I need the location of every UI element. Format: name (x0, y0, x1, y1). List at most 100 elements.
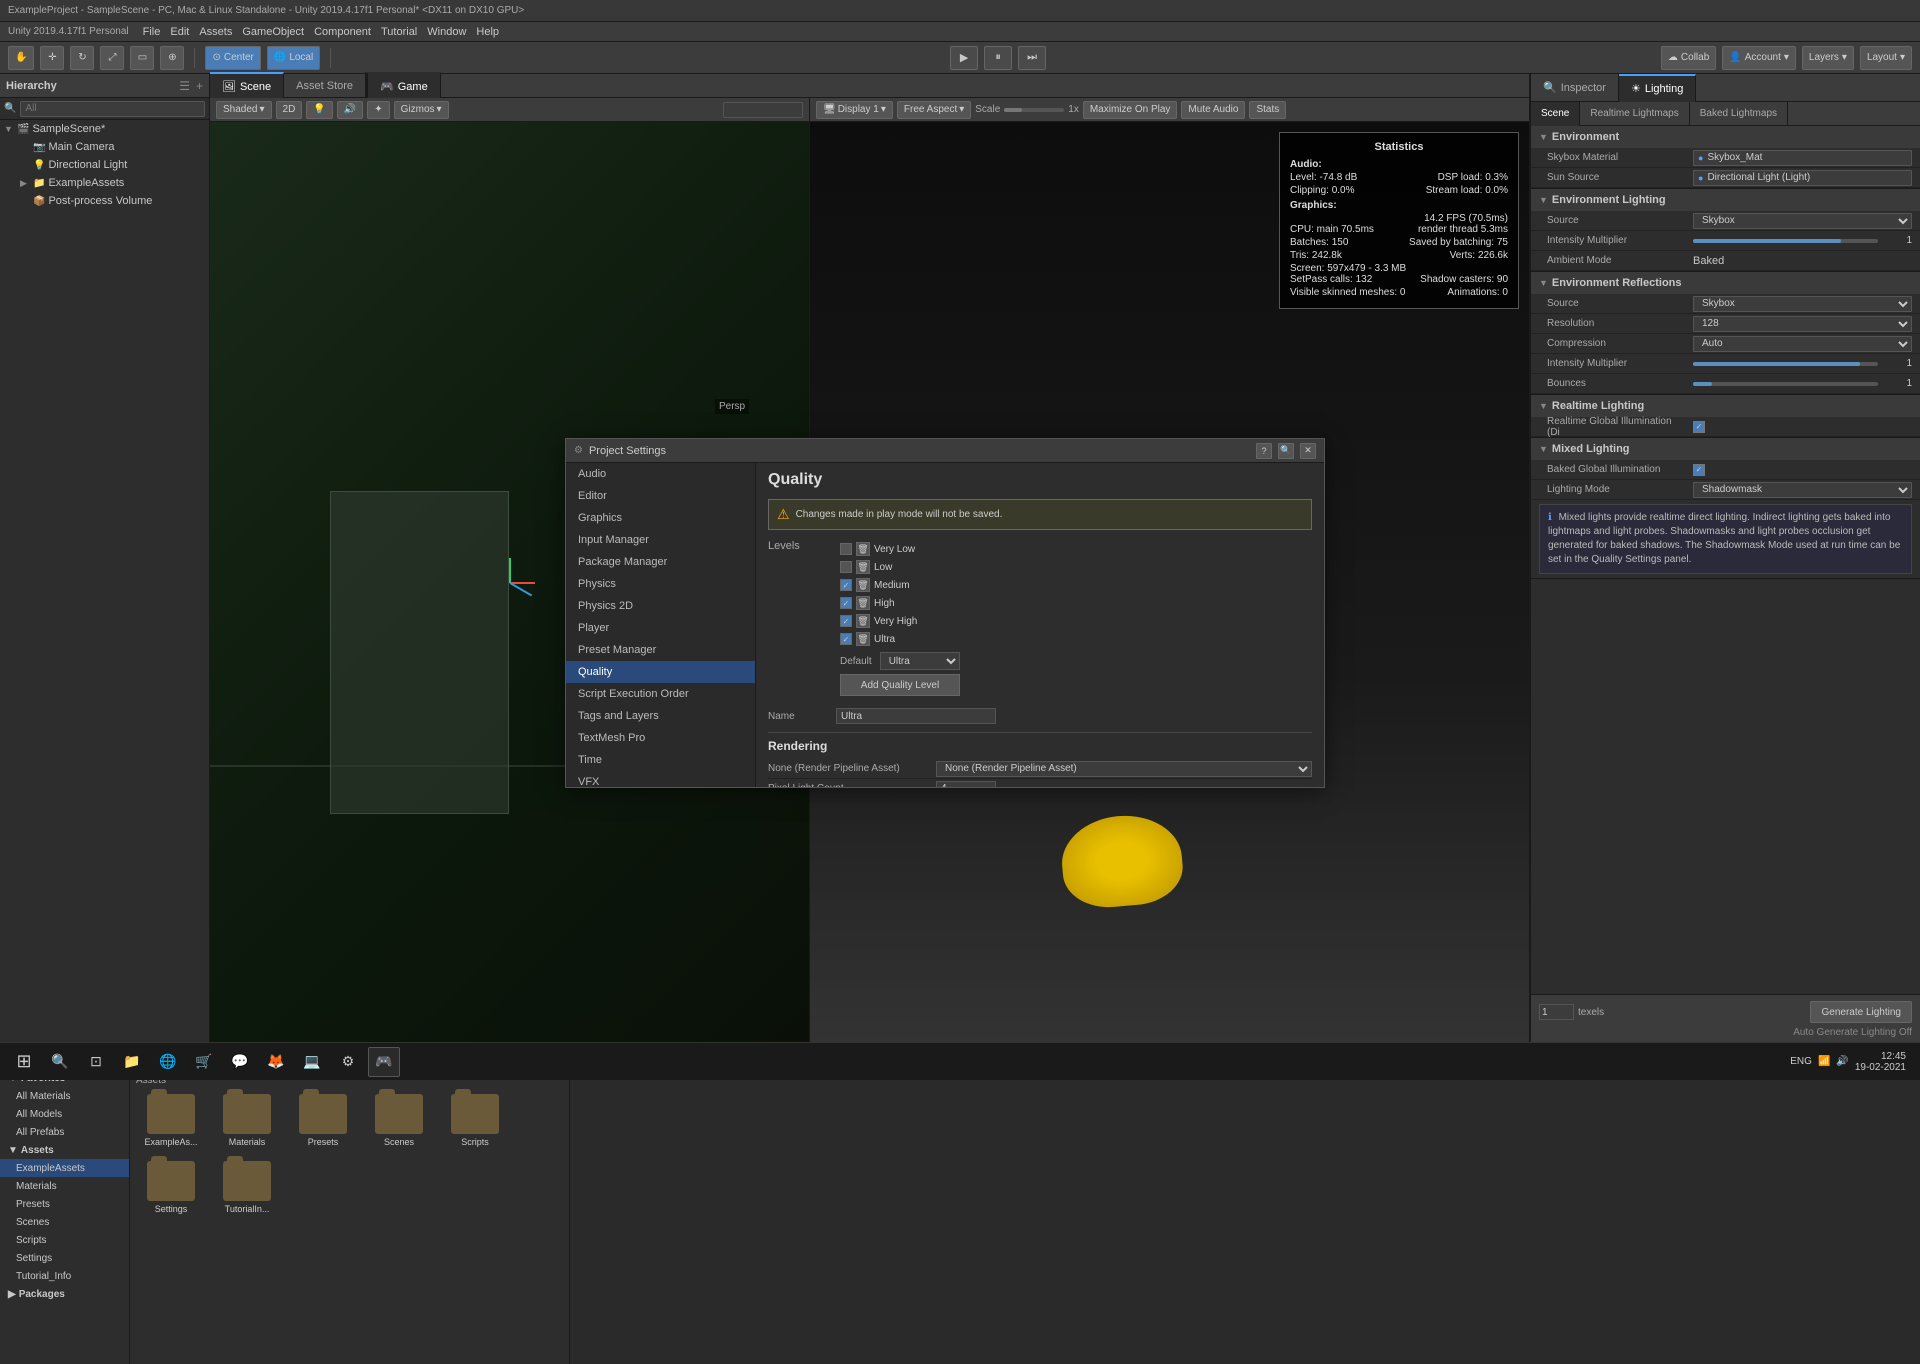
fav-all-materials[interactable]: All Materials (0, 1087, 129, 1105)
generate-lighting-btn[interactable]: Generate Lighting (1810, 1001, 1912, 1023)
realtime-lighting-header[interactable]: ▼ Realtime Lighting (1531, 395, 1920, 417)
taskbar-task-view[interactable]: ⊡ (80, 1047, 112, 1077)
settings-help-btn[interactable]: ? (1256, 443, 1272, 459)
settings-audio[interactable]: Audio (566, 463, 755, 485)
refl-intensity-slider[interactable] (1693, 362, 1878, 366)
menu-tutorial[interactable]: Tutorial (377, 26, 421, 38)
settings-physics[interactable]: Physics (566, 573, 755, 595)
tool-transform[interactable]: ⊕ (160, 46, 184, 70)
lighting-mode-select[interactable]: Shadowmask (1693, 482, 1912, 498)
pixel-light-input[interactable] (936, 781, 996, 788)
level-medium-delete[interactable]: 🗑 (856, 578, 870, 592)
tool-move[interactable]: ✛ (40, 46, 64, 70)
settings-physics-2d[interactable]: Physics 2D (566, 595, 755, 617)
settings-quality[interactable]: Quality (566, 661, 755, 683)
settings-tags-layers[interactable]: Tags and Layers (566, 705, 755, 727)
maximize-btn[interactable]: Maximize On Play (1083, 101, 1178, 119)
lighting-subtab-scene[interactable]: Scene (1531, 102, 1580, 126)
step-btn[interactable]: ⏭ (1018, 46, 1046, 70)
hierarchy-search-input[interactable] (20, 101, 205, 117)
example-assets-item[interactable]: ExampleAssets (0, 1159, 129, 1177)
collab-btn[interactable]: ☁ Collab (1661, 46, 1716, 70)
scenes-item[interactable]: Scenes (0, 1213, 129, 1231)
settings-editor[interactable]: Editor (566, 485, 755, 507)
settings-textmesh[interactable]: TextMesh Pro (566, 727, 755, 749)
assets-tree-header[interactable]: ▼ Assets (0, 1141, 129, 1159)
default-select[interactable]: Ultra (880, 652, 960, 670)
presets-item[interactable]: Presets (0, 1195, 129, 1213)
tree-main-camera[interactable]: 📷 Main Camera (0, 138, 209, 156)
level-ultra-delete[interactable]: 🗑 (856, 632, 870, 646)
texels-input[interactable] (1539, 1004, 1574, 1020)
mixed-lighting-header[interactable]: ▼ Mixed Lighting (1531, 438, 1920, 460)
add-quality-level-btn[interactable]: Add Quality Level (840, 674, 960, 696)
refl-source-select[interactable]: Skybox (1693, 296, 1912, 312)
lighting-btn[interactable]: 💡 (306, 101, 332, 119)
folder-tutorial[interactable]: TutorialIn... (212, 1157, 282, 1218)
source-select[interactable]: Skybox (1693, 213, 1912, 229)
name-input[interactable] (836, 708, 996, 724)
taskbar-start-btn[interactable]: ⊞ (8, 1047, 40, 1077)
taskbar-settings-app[interactable]: ⚙ (332, 1047, 364, 1077)
settings-script-exec[interactable]: Script Execution Order (566, 683, 755, 705)
hierarchy-menu-icon[interactable]: ☰ (179, 79, 190, 93)
hierarchy-add-icon[interactable]: + (196, 79, 203, 93)
materials-item[interactable]: Materials (0, 1177, 129, 1195)
realtime-gi-checkbox[interactable]: ✓ (1693, 421, 1705, 433)
folder-settings[interactable]: Settings (136, 1157, 206, 1218)
lighting-subtab-realtime[interactable]: Realtime Lightmaps (1580, 102, 1689, 126)
play-btn[interactable]: ▶ (950, 46, 978, 70)
mode-2d-btn[interactable]: 2D (276, 101, 303, 119)
baked-gi-checkbox[interactable]: ✓ (1693, 464, 1705, 476)
display-btn[interactable]: 🖥 Display 1 ▾ (816, 101, 893, 119)
settings-vfx[interactable]: VFX (566, 771, 755, 787)
resolution-select[interactable]: 128 (1693, 316, 1912, 332)
sun-field[interactable]: ● Directional Light (Light) (1693, 170, 1912, 186)
menu-gameobject[interactable]: GameObject (238, 26, 308, 38)
settings-graphics[interactable]: Graphics (566, 507, 755, 529)
taskbar-mail[interactable]: 💬 (224, 1047, 256, 1077)
environment-header[interactable]: ▼ Environment (1531, 126, 1920, 148)
fav-all-prefabs[interactable]: All Prefabs (0, 1123, 129, 1141)
folder-example-assets[interactable]: ExampleAs... (136, 1090, 206, 1151)
taskbar-firefox[interactable]: 🦊 (260, 1047, 292, 1077)
tree-post-process[interactable]: 📦 Post-process Volume (0, 192, 209, 210)
folder-scripts[interactable]: Scripts (440, 1090, 510, 1151)
gizmos-btn[interactable]: Gizmos ▾ (394, 101, 449, 119)
tool-rect[interactable]: ▭ (130, 46, 154, 70)
audio-btn[interactable]: 🔊 (337, 101, 363, 119)
level-very-low-check[interactable] (840, 543, 852, 555)
tutorial-info-item[interactable]: Tutorial_Info (0, 1267, 129, 1285)
taskbar-store[interactable]: 🛒 (188, 1047, 220, 1077)
tool-scale[interactable]: ⤢ (100, 46, 124, 70)
tab-inspector[interactable]: 🔍 Inspector (1531, 74, 1619, 102)
tool-rotate[interactable]: ↻ (70, 46, 94, 70)
pivot-btn[interactable]: ⊙ Center (205, 46, 260, 70)
tool-hand[interactable]: ✋ (8, 46, 34, 70)
pause-btn[interactable]: ⏸ (984, 46, 1012, 70)
scene-search-input[interactable] (723, 102, 803, 118)
level-very-high-delete[interactable]: 🗑 (856, 614, 870, 628)
level-low-delete[interactable]: 🗑 (856, 560, 870, 574)
skybox-field[interactable]: ● Skybox_Mat (1693, 150, 1912, 166)
env-lighting-header[interactable]: ▼ Environment Lighting (1531, 189, 1920, 211)
space-btn[interactable]: 🌐 Local (267, 46, 320, 70)
env-reflections-header[interactable]: ▼ Environment Reflections (1531, 272, 1920, 294)
menu-window[interactable]: Window (423, 26, 470, 38)
taskbar-vscode[interactable]: 💻 (296, 1047, 328, 1077)
settings-package-manager[interactable]: Package Manager (566, 551, 755, 573)
level-very-high-check[interactable]: ✓ (840, 615, 852, 627)
tree-example-assets[interactable]: ▶ 📁 ExampleAssets (0, 174, 209, 192)
lighting-subtab-baked[interactable]: Baked Lightmaps (1690, 102, 1788, 126)
menu-help[interactable]: Help (472, 26, 503, 38)
intensity-slider[interactable] (1693, 239, 1878, 243)
settings-search-btn[interactable]: 🔍 (1278, 443, 1294, 459)
taskbar-edge[interactable]: 🌐 (152, 1047, 184, 1077)
compression-select[interactable]: Auto (1693, 336, 1912, 352)
stats-btn[interactable]: Stats (1249, 101, 1286, 119)
folder-materials[interactable]: Materials (212, 1090, 282, 1151)
layout-btn[interactable]: Layout ▾ (1860, 46, 1912, 70)
taskbar-unity[interactable]: 🎮 (368, 1047, 400, 1077)
settings-preset-manager[interactable]: Preset Manager (566, 639, 755, 661)
fx-btn[interactable]: ✦ (367, 101, 389, 119)
